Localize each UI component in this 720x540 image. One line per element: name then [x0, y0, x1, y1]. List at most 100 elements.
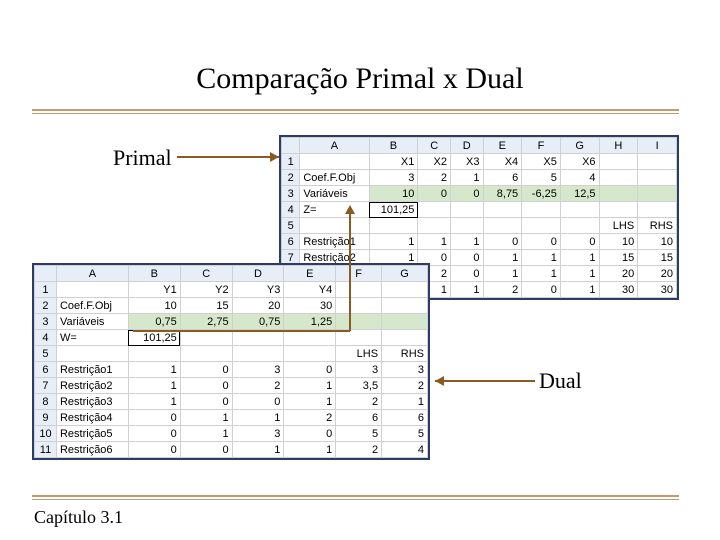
col-header: B — [369, 138, 418, 154]
cell: 1 — [369, 234, 418, 250]
cell: 1 — [232, 410, 284, 426]
col-header: E — [284, 266, 336, 282]
row-header: 5 — [35, 346, 57, 362]
cell — [599, 202, 638, 218]
cell — [560, 202, 599, 218]
col-header: H — [599, 138, 638, 154]
cell — [336, 298, 382, 314]
cell — [522, 218, 561, 234]
cell: 101,25 — [128, 330, 180, 346]
cell: 1 — [483, 250, 522, 266]
row-label: Variáveis — [300, 186, 369, 202]
cell: 0 — [232, 394, 284, 410]
cell — [599, 154, 638, 170]
cell: LHS — [599, 218, 638, 234]
cell — [382, 330, 428, 346]
cell: 20 — [232, 298, 284, 314]
cell: 2 — [382, 378, 428, 394]
row-label: W= — [56, 330, 128, 346]
cell: 10 — [599, 234, 638, 250]
cell: 3 — [382, 362, 428, 378]
cell: 5 — [522, 170, 561, 186]
row-label: Restrição1 — [300, 234, 369, 250]
row-label — [300, 218, 369, 234]
row-header: 2 — [35, 298, 57, 314]
dual-table: ABCDEFG1Y1Y2Y3Y42Coef.F.Obj101520303Vari… — [34, 265, 428, 458]
row-label: Variáveis — [56, 314, 128, 330]
cell — [232, 346, 284, 362]
divider-top — [32, 109, 679, 114]
cell — [483, 202, 522, 218]
cell: 0 — [450, 186, 483, 202]
col-header: E — [483, 138, 522, 154]
col-header: F — [522, 138, 561, 154]
cell: 1 — [522, 250, 561, 266]
row-header: 6 — [35, 362, 57, 378]
cell: 1 — [483, 266, 522, 282]
cell: 1,25 — [284, 314, 336, 330]
cell: 6 — [382, 410, 428, 426]
cell: 2 — [232, 378, 284, 394]
cell — [128, 346, 180, 362]
col-header: G — [382, 266, 428, 282]
cell: 10 — [128, 298, 180, 314]
row-header: 2 — [282, 170, 300, 186]
cell: 1 — [450, 170, 483, 186]
cell: 1 — [450, 282, 483, 298]
cell — [450, 202, 483, 218]
cell: 20 — [599, 266, 638, 282]
row-label: Restrição1 — [56, 362, 128, 378]
cell: 1 — [382, 394, 428, 410]
cell: 1 — [284, 442, 336, 458]
footer: Capítulo 3.1 — [34, 507, 123, 528]
cell: 3,5 — [336, 378, 382, 394]
cell: 15 — [638, 250, 677, 266]
cell: 1 — [418, 234, 451, 250]
cell: 0,75 — [128, 314, 180, 330]
cell: 1 — [180, 426, 232, 442]
cell: 30 — [599, 282, 638, 298]
cell: LHS — [336, 346, 382, 362]
cell: -6,25 — [522, 186, 561, 202]
cell: 0 — [284, 362, 336, 378]
cell: 3 — [369, 170, 418, 186]
row-header: 11 — [35, 442, 57, 458]
cell: 3 — [336, 362, 382, 378]
row-header: 8 — [35, 394, 57, 410]
cell: Y4 — [284, 282, 336, 298]
cell — [336, 314, 382, 330]
col-header — [282, 138, 300, 154]
row-header: 9 — [35, 410, 57, 426]
cell: 2 — [336, 442, 382, 458]
col-header: C — [180, 266, 232, 282]
cell: 30 — [638, 282, 677, 298]
cell — [382, 282, 428, 298]
row-header: 1 — [282, 154, 300, 170]
col-header: A — [56, 266, 128, 282]
cell — [382, 298, 428, 314]
cell: X1 — [369, 154, 418, 170]
cell: 1 — [284, 378, 336, 394]
row-header: 7 — [35, 378, 57, 394]
cell: 2,75 — [180, 314, 232, 330]
row-header: 3 — [282, 186, 300, 202]
cell: 10 — [638, 234, 677, 250]
cell: Y1 — [128, 282, 180, 298]
row-header: 5 — [282, 218, 300, 234]
cell: 2 — [284, 410, 336, 426]
cell — [232, 330, 284, 346]
cell: X2 — [418, 154, 451, 170]
cell: 3 — [232, 426, 284, 442]
cell: 1 — [180, 410, 232, 426]
cell — [180, 330, 232, 346]
cell: 0 — [560, 234, 599, 250]
cell: X6 — [560, 154, 599, 170]
cell — [418, 218, 451, 234]
row-header: 3 — [35, 314, 57, 330]
row-header: 10 — [35, 426, 57, 442]
row-label: Restrição3 — [56, 394, 128, 410]
row-header: 4 — [282, 202, 300, 218]
cell — [180, 346, 232, 362]
col-header: F — [336, 266, 382, 282]
cell: RHS — [638, 218, 677, 234]
